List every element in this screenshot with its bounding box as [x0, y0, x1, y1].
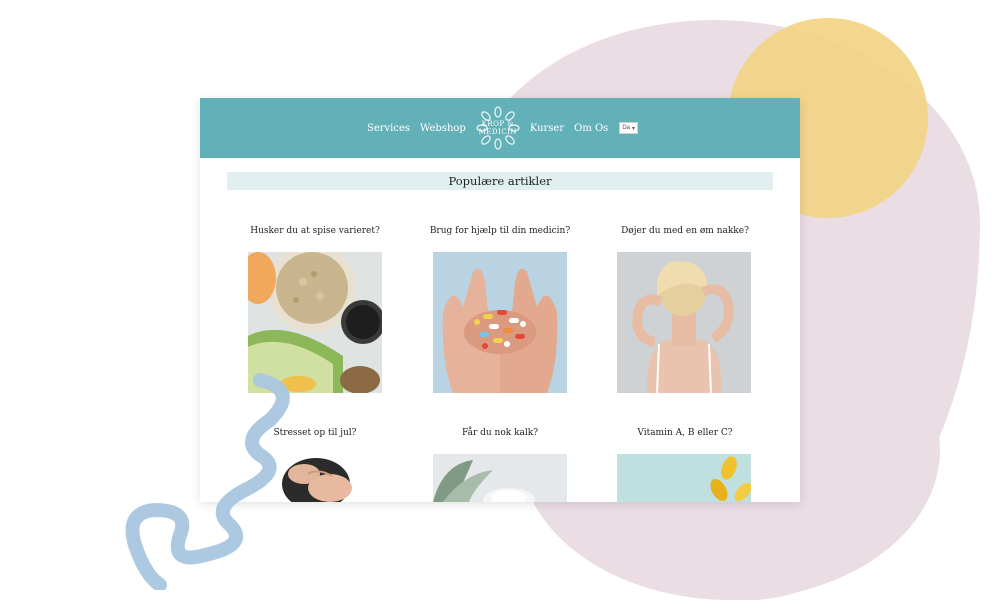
- woman-neck-pain-photo[interactable]: [617, 252, 751, 393]
- language-value: Da: [622, 125, 630, 131]
- article-card[interactable]: Får du nok kalk?: [400, 426, 600, 440]
- section-header: Populære artikler: [227, 172, 773, 190]
- site-header: Services Webshop KROP & MEDICIN Kurser O…: [200, 98, 800, 158]
- article-card[interactable]: Vitamin A, B eller C?: [585, 426, 785, 440]
- nav-kurser[interactable]: Kurser: [530, 123, 564, 134]
- chevron-down-icon: ▾: [632, 125, 636, 132]
- logo-text-line-2: MEDICIN: [478, 128, 518, 136]
- nav-om-os[interactable]: Om Os: [574, 123, 608, 134]
- logo-text-line-1: KROP &: [481, 120, 515, 128]
- language-select[interactable]: Da ▾: [619, 122, 639, 134]
- article-title[interactable]: Døjer du med en øm nakke?: [585, 224, 785, 238]
- main-nav: Services Webshop KROP & MEDICIN Kurser O…: [362, 105, 639, 151]
- nav-webshop[interactable]: Webshop: [420, 123, 466, 134]
- hands-with-pills-photo[interactable]: [433, 252, 567, 393]
- article-title[interactable]: Får du nok kalk?: [400, 426, 600, 440]
- vitamin-capsules-photo[interactable]: [617, 454, 751, 502]
- article-title[interactable]: Brug for hjælp til din medicin?: [400, 224, 600, 238]
- nav-services[interactable]: Services: [367, 123, 410, 134]
- decorative-squiggle: [125, 373, 290, 590]
- article-card[interactable]: Husker du at spise varieret?: [215, 224, 415, 238]
- article-card[interactable]: Døjer du med en øm nakke?: [585, 224, 785, 238]
- article-title[interactable]: Vitamin A, B eller C?: [585, 426, 785, 440]
- article-card[interactable]: Brug for hjælp til din medicin?: [400, 224, 600, 238]
- article-title[interactable]: Husker du at spise varieret?: [215, 224, 415, 238]
- section-title: Populære artikler: [448, 174, 552, 188]
- calcium-photo[interactable]: [433, 454, 567, 502]
- site-logo[interactable]: KROP & MEDICIN: [475, 105, 521, 151]
